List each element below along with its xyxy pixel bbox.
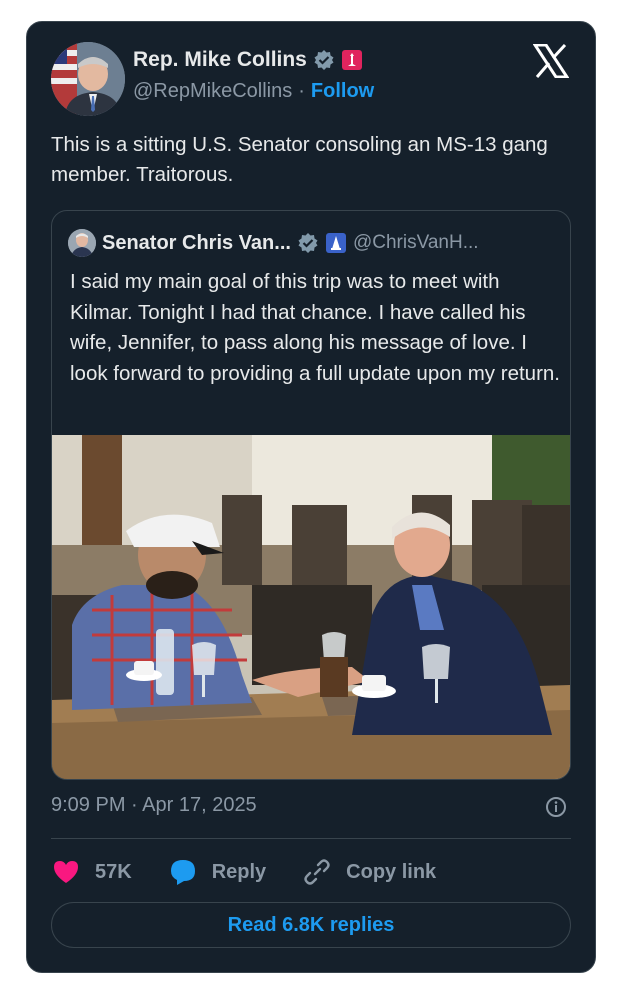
heart-icon: [54, 861, 78, 883]
quoted-author-name[interactable]: Senator Chris Van...: [102, 232, 291, 255]
info-icon[interactable]: [545, 796, 567, 818]
follow-button[interactable]: Follow: [311, 80, 374, 103]
like-count: 57K: [95, 860, 132, 883]
separator: ·: [298, 80, 305, 102]
read-replies-button[interactable]: Read 6.8K replies: [51, 902, 571, 948]
author-name-row: Rep. Mike Collins: [133, 48, 363, 72]
tweet-timestamp[interactable]: 9:09 PM · Apr 17, 2025: [51, 794, 257, 817]
action-bar: 57K Reply Copy link: [51, 856, 472, 888]
divider: [51, 838, 571, 839]
author-handle-row: @RepMikeCollins · Follow: [133, 80, 374, 103]
quoted-text: I said my main goal of this trip was to …: [70, 270, 560, 385]
author-avatar[interactable]: [51, 42, 125, 116]
reply-button[interactable]: Reply: [168, 857, 266, 887]
like-button[interactable]: 57K: [51, 857, 132, 887]
quoted-header: Senator Chris Van... @ChrisVanH...: [68, 229, 479, 257]
quoted-avatar[interactable]: [68, 229, 96, 257]
author-name[interactable]: Rep. Mike Collins: [133, 48, 307, 72]
link-icon: [304, 859, 330, 885]
copy-link-label: Copy link: [346, 860, 437, 883]
tweet-card: Rep. Mike Collins @RepMikeCollins · Foll…: [26, 21, 596, 973]
reply-label: Reply: [211, 860, 267, 883]
quoted-photo[interactable]: [52, 435, 570, 779]
copy-link-button[interactable]: Copy link: [302, 857, 436, 887]
author-handle[interactable]: @RepMikeCollins: [133, 80, 292, 103]
quoted-author-handle[interactable]: @ChrisVanH...: [353, 232, 479, 254]
senate-seal-icon: [325, 232, 347, 254]
x-logo-icon[interactable]: [532, 43, 570, 79]
reply-icon: [170, 860, 195, 885]
tweet-text: This is a sitting U.S. Senator consoling…: [51, 133, 548, 186]
house-seal-icon: [341, 49, 363, 71]
quoted-tweet[interactable]: Senator Chris Van... @ChrisVanH... I sai…: [51, 210, 571, 780]
verified-icon: [313, 49, 335, 71]
verified-icon: [297, 232, 319, 254]
